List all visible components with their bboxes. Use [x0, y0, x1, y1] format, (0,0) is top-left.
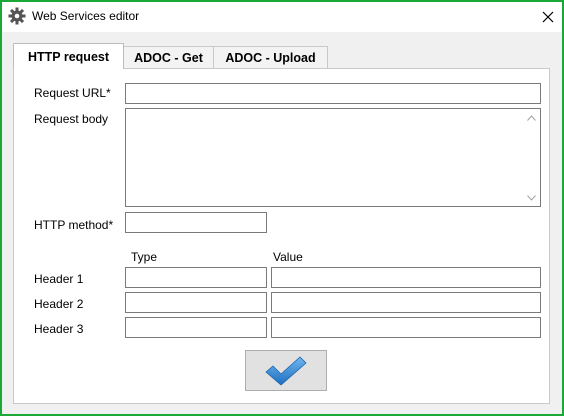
scroll-up-arrow-icon[interactable] — [523, 109, 540, 126]
tab-adoc-get[interactable]: ADOC - Get — [123, 46, 214, 68]
header-1-value-input[interactable] — [271, 267, 541, 288]
request-body-label: Request body — [34, 112, 109, 126]
header-2-value-input[interactable] — [271, 292, 541, 313]
header-3-value-input[interactable] — [271, 317, 541, 338]
type-column-header: Type — [131, 250, 158, 264]
header-2-label: Header 2 — [34, 297, 84, 311]
header-2-type-input[interactable] — [125, 292, 267, 313]
http-request-panel: Request URL* Request body HTTP method* T… — [13, 68, 550, 404]
client-area: HTTP request ADOC - Get ADOC - Upload Re… — [2, 32, 562, 414]
confirm-button[interactable] — [245, 350, 327, 391]
window-title: Web Services editor — [32, 9, 140, 23]
scroll-down-arrow-icon[interactable] — [523, 189, 540, 206]
close-icon — [542, 11, 554, 23]
request-url-input[interactable] — [125, 83, 541, 104]
close-button[interactable] — [534, 2, 562, 32]
request-url-label: Request URL* — [34, 86, 111, 100]
checkmark-icon — [265, 355, 307, 386]
value-column-header: Value — [273, 250, 303, 264]
tab-http-request[interactable]: HTTP request — [13, 43, 124, 69]
title-bar: Web Services editor — [2, 2, 562, 32]
header-3-type-input[interactable] — [125, 317, 267, 338]
gear-icon — [8, 7, 26, 25]
http-method-label: HTTP method* — [34, 218, 114, 232]
web-services-editor-window: Web Services editor HTTP request ADOC - … — [0, 0, 564, 416]
tab-adoc-upload[interactable]: ADOC - Upload — [213, 46, 328, 68]
request-body-scrollbar[interactable] — [523, 109, 540, 206]
request-body-textarea[interactable] — [125, 108, 541, 207]
header-1-type-input[interactable] — [125, 267, 267, 288]
header-1-label: Header 1 — [34, 272, 84, 286]
http-method-input[interactable] — [125, 212, 267, 233]
header-3-label: Header 3 — [34, 322, 84, 336]
